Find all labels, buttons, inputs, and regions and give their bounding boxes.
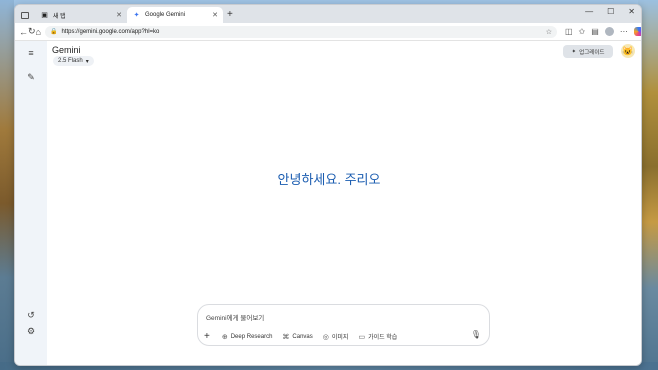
upgrade-button[interactable]: ✦ 업그레이드 <box>563 45 613 58</box>
desktop-wallpaper-left <box>0 0 14 370</box>
tool-guided-learning[interactable]: ▭ 가이드 학습 <box>358 332 398 342</box>
gemini-icon: ✦ <box>133 12 140 19</box>
canvas-icon: ⌘ <box>282 333 290 341</box>
close-window-icon[interactable]: ✕ <box>628 7 635 16</box>
toolbar-icons: ◫ ✩ ▤ ⋯ <box>565 27 641 36</box>
maximize-icon[interactable]: ☐ <box>607 7 614 16</box>
sparkle-icon: ✦ <box>571 48 577 55</box>
menu-icon[interactable]: ≡ <box>25 47 37 59</box>
tool-label: Deep Research <box>230 333 273 340</box>
home-icon[interactable]: ⌂ <box>36 27 41 37</box>
guided-learning-icon: ▭ <box>358 333 366 341</box>
url-text[interactable]: https://gemini.google.com/app?hl=ko <box>61 29 545 35</box>
tab-new-tab[interactable]: ▣ 새 탭 ✕ <box>35 7 127 23</box>
page-icon: ▣ <box>41 12 48 19</box>
user-avatar[interactable]: 😺 <box>621 44 635 58</box>
tab-strip: ▣ 새 탭 ✕ ✦ Google Gemini ✕ + — ☐ ✕ <box>15 5 641 23</box>
tool-image[interactable]: ◎ 이미지 <box>322 332 349 342</box>
model-label: 2.5 Flash <box>58 58 83 64</box>
close-icon[interactable]: ✕ <box>212 11 218 19</box>
tool-label: 가이드 학습 <box>368 335 398 341</box>
address-toolbar: ← ↻ ⌂ 🔒 https://gemini.google.com/app?hl… <box>15 23 641 41</box>
chevron-down-icon: ▾ <box>85 58 89 65</box>
prompt-composer[interactable]: Gemini에게 물어보기 + ⊕ Deep Research ⌘ Canvas… <box>197 304 490 346</box>
browser-window: ▣ 새 탭 ✕ ✦ Google Gemini ✕ + — ☐ ✕ ← ↻ ⌂ … <box>14 4 642 366</box>
app-title: Gemini <box>52 45 81 55</box>
more-icon[interactable]: ⋯ <box>620 27 628 36</box>
window-controls: — ☐ ✕ <box>585 7 635 16</box>
tab-google-gemini[interactable]: ✦ Google Gemini ✕ <box>127 7 223 23</box>
prompt-input[interactable]: Gemini에게 물어보기 <box>206 312 264 322</box>
add-icon[interactable]: + <box>204 331 210 342</box>
tab-label: 새 탭 <box>53 13 66 20</box>
left-rail: ≡ ✎ ↺ ⚙ <box>15 41 47 365</box>
minimize-icon[interactable]: — <box>585 7 593 16</box>
deep-research-icon: ⊕ <box>221 333 228 341</box>
image-icon: ◎ <box>322 333 329 341</box>
back-icon[interactable]: ← <box>19 27 28 37</box>
close-icon[interactable]: ✕ <box>116 11 122 19</box>
split-screen-icon[interactable]: ◫ <box>565 27 573 36</box>
favorites-icon[interactable]: ✩ <box>579 27 586 36</box>
profile-avatar[interactable] <box>604 27 614 36</box>
collections-icon[interactable]: ▤ <box>591 27 599 36</box>
model-selector[interactable]: 2.5 Flash ▾ <box>53 56 94 66</box>
copilot-icon[interactable] <box>633 27 641 36</box>
microphone-icon[interactable]: 🎙 <box>471 330 481 339</box>
settings-icon[interactable]: ⚙ <box>25 325 37 337</box>
tool-label: 이미지 <box>331 335 349 341</box>
upgrade-label: 업그레이드 <box>579 49 605 56</box>
refresh-icon[interactable]: ↻ <box>28 26 36 37</box>
tool-canvas[interactable]: ⌘ Canvas <box>282 333 312 341</box>
activity-icon[interactable]: ↺ <box>25 309 37 321</box>
lock-icon[interactable]: 🔒 <box>50 28 57 35</box>
tab-label: Google Gemini <box>145 12 186 18</box>
tool-label: Canvas <box>292 333 313 340</box>
greeting-text: 안녕하세요. 주리오 <box>277 172 381 187</box>
new-tab-button[interactable]: + <box>227 7 233 23</box>
gemini-app: ≡ ✎ ↺ ⚙ Gemini 2.5 Flash ▾ ✦ 업그레이드 😺 안녕하… <box>15 41 641 365</box>
tab-actions-icon[interactable] <box>21 12 29 19</box>
address-bar[interactable]: 🔒 https://gemini.google.com/app?hl=ko ☆ <box>44 25 557 38</box>
new-chat-icon[interactable]: ✎ <box>25 71 37 83</box>
composer-tools: + ⊕ Deep Research ⌘ Canvas ◎ 이미지 ▭ 가이드 학… <box>204 331 397 342</box>
tool-deep-research[interactable]: ⊕ Deep Research <box>222 333 273 341</box>
favorite-star-icon[interactable]: ☆ <box>546 28 552 36</box>
avatar-character-icon: 😺 <box>622 45 634 56</box>
